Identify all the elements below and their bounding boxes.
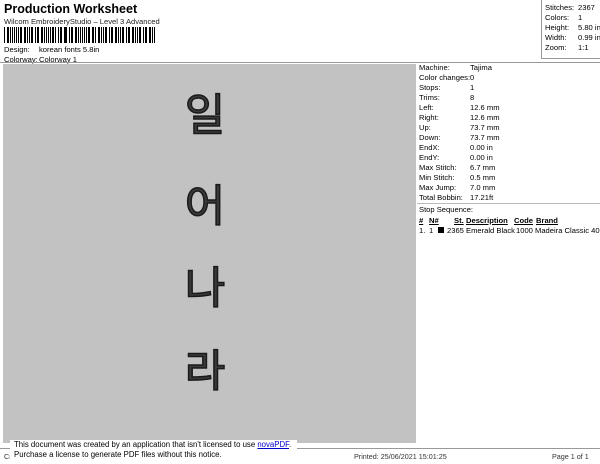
stat-zoom: Zoom: 1:1 (545, 43, 589, 52)
notice-line-2: Purchase a license to generate PDF files… (14, 450, 222, 459)
seq-header-needle: N# (429, 216, 439, 225)
software-name: Wilcom EmbroideryStudio – Level 3 Advanc… (4, 17, 160, 26)
info-divider (417, 203, 600, 204)
barcode-bar (57, 27, 59, 43)
info-machine: Machine: Tajima (419, 63, 492, 72)
seq-cell-stitches: 2365 (447, 226, 464, 235)
barcode-bar (26, 27, 28, 43)
barcode-bar (66, 27, 68, 43)
info-stops: Stops: 1 (419, 83, 475, 92)
barcode-bar (154, 27, 156, 43)
embroidery-char-1: 일 (184, 90, 226, 141)
header-divider (0, 62, 600, 63)
seq-header-code: Code (514, 216, 533, 225)
barcode-bar (40, 27, 42, 43)
seq-header-brand: Brand (536, 216, 558, 225)
barcode-bar (17, 27, 19, 43)
info-max-jump: Max Jump: 7.0 mm (419, 183, 496, 192)
barcode-bar (32, 27, 34, 43)
info-endy: EndY: 0.00 in (419, 153, 493, 162)
barcode-bar (106, 27, 108, 43)
info-down: Down: 73.7 mm (419, 133, 500, 142)
barcode-bar (72, 27, 73, 43)
stat-colors: Colors: 1 (545, 13, 583, 22)
barcode-bar (54, 27, 56, 43)
info-trims: Trims: 8 (419, 93, 475, 102)
barcode-bar (4, 27, 5, 43)
barcode-bar (111, 27, 113, 43)
stat-width: Width: 0.99 in (545, 33, 600, 42)
barcode-bar (120, 27, 121, 43)
seq-cell-needle: 1 (429, 226, 434, 235)
embroidery-char-4: 라 (184, 346, 226, 397)
info-endx: EndX: 0.00 in (419, 143, 493, 152)
stat-height: Height: 5.80 in (545, 23, 600, 32)
seq-cell-code: 1000 (516, 226, 533, 235)
info-up: Up: 73.7 mm (419, 123, 500, 132)
barcode-bar (86, 27, 87, 43)
barcode-bar (99, 27, 100, 43)
embroidery-char-2: 어 (184, 181, 226, 232)
barcode-bar (46, 27, 48, 43)
seq-header-description: Description (466, 216, 508, 225)
page-number: Page 1 of 1 (552, 452, 589, 461)
seq-cell-description: Emerald Black (466, 226, 515, 235)
seq-header-num: # (419, 216, 424, 225)
info-total-bobbin: Total Bobbin: 17.21ft (419, 193, 494, 202)
barcode-bar (140, 27, 142, 43)
stats-box: Stitches: 2367 Colors: 1 Height: 5.80 in Wi… (541, 0, 600, 59)
novapdf-link[interactable]: novaPDF (257, 440, 289, 449)
embroidery-char-3: 나 (184, 263, 226, 314)
design-preview: 일 어 나 라 (3, 64, 416, 443)
barcode-bar (12, 27, 14, 43)
barcode-bar (80, 27, 82, 43)
notice-line-1: This document was created by an applicat… (14, 440, 292, 449)
design-label: Design: (4, 45, 30, 54)
info-right: Right: 12.6 mm (419, 113, 500, 122)
color-swatch (438, 227, 444, 233)
stat-stitches: Stitches: 2367 (545, 3, 595, 12)
worksheet-title: Production Worksheet (4, 2, 138, 16)
seq-cell-brand: Madeira Classic 40 (535, 226, 600, 235)
seq-cell-num: 1. (419, 226, 426, 235)
barcode (4, 27, 156, 43)
seq-header-stitches: St. (454, 216, 464, 225)
barcode-bar (134, 27, 136, 43)
info-max-stitch: Max Stitch: 6.7 mm (419, 163, 496, 172)
barcode-bar (94, 27, 96, 43)
stop-sequence-title: Stop Sequence: (419, 205, 474, 214)
license-notice: This document was created by an applicat… (10, 440, 297, 462)
info-min-stitch: Min Stitch: 0.5 mm (419, 173, 496, 182)
info-left: Left: 12.6 mm (419, 103, 500, 112)
printed-timestamp: Printed: 25/06/2021 15:01:25 (354, 452, 447, 461)
barcode-bar (125, 27, 127, 43)
barcode-bar (146, 27, 147, 43)
info-color-changes: Color changes: 0 (419, 73, 475, 82)
design-value: korean fonts 5.8in (39, 45, 100, 54)
